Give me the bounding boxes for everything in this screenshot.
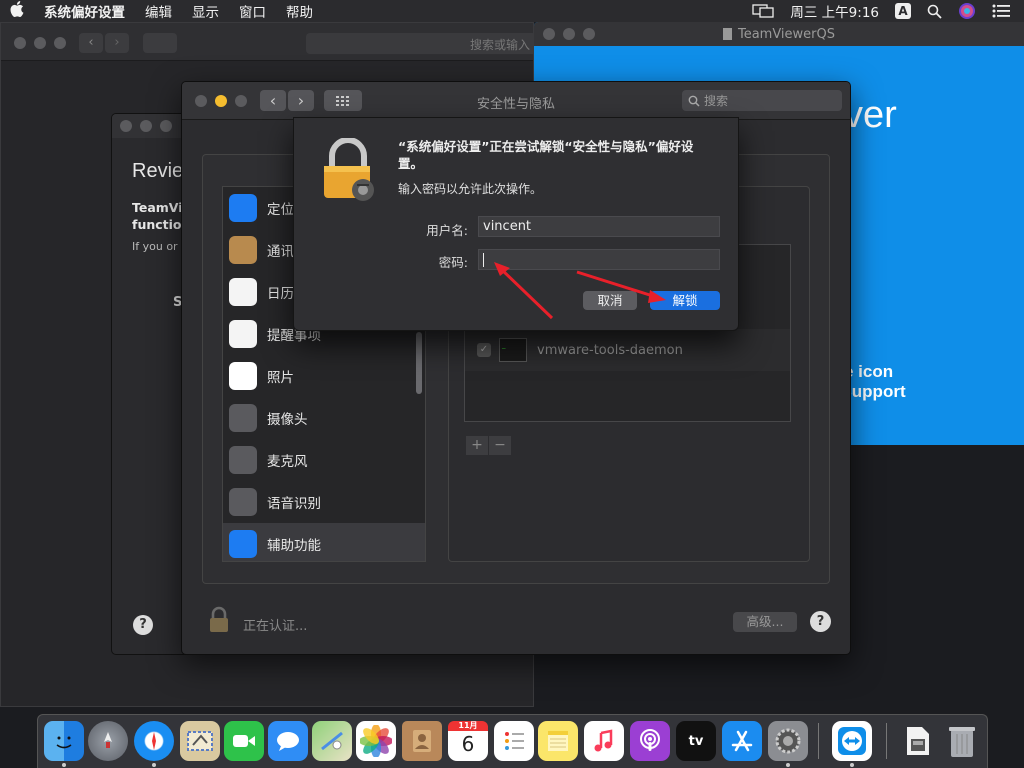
- safari-running-dot: [152, 763, 156, 767]
- finder-running-dot: [62, 763, 66, 767]
- downloads-stack-icon[interactable]: [898, 721, 938, 761]
- apple-tv-label: tv: [688, 733, 704, 749]
- facetime-icon[interactable]: [224, 721, 264, 761]
- messages-icon[interactable]: [268, 721, 308, 761]
- calendar-month: 11月: [448, 721, 488, 731]
- teamviewer-app-icon[interactable]: [832, 721, 872, 761]
- trash-icon[interactable]: [942, 721, 982, 761]
- notes-app-icon[interactable]: [538, 721, 578, 761]
- reminders-app-icon[interactable]: [494, 721, 534, 761]
- safari-icon[interactable]: [134, 721, 174, 761]
- dock: 11月 6 tv: [37, 714, 988, 768]
- calendar-day: 6: [461, 732, 475, 756]
- teamviewer-running-dot: [850, 763, 854, 767]
- dock-separator: [818, 723, 819, 759]
- app-store-icon[interactable]: [722, 721, 762, 761]
- apple-tv-app-icon[interactable]: tv: [676, 721, 716, 761]
- launchpad-icon[interactable]: [88, 721, 128, 761]
- podcasts-app-icon[interactable]: [630, 721, 670, 761]
- photos-app-icon[interactable]: [356, 721, 396, 761]
- maps-icon[interactable]: [312, 721, 352, 761]
- calendar-app-icon[interactable]: 11月 6: [448, 721, 488, 761]
- mail-icon[interactable]: [180, 721, 220, 761]
- system-preferences-app-icon[interactable]: [768, 721, 808, 761]
- music-app-icon[interactable]: [584, 721, 624, 761]
- sysprefs-running-dot: [786, 763, 790, 767]
- finder-icon[interactable]: [44, 721, 84, 761]
- dock-separator-2: [886, 723, 887, 759]
- red-arrow-annotations: [494, 262, 666, 320]
- contacts-app-icon[interactable]: [402, 721, 442, 761]
